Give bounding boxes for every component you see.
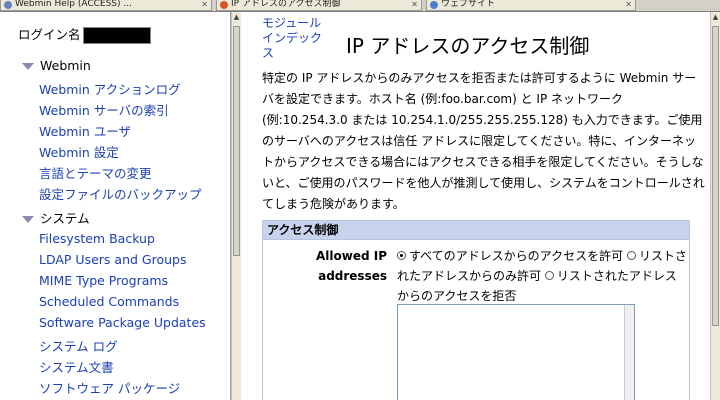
section-header: アクセス制御 <box>263 221 689 240</box>
tab-title: Webmin Help (ACCESS) ... <box>15 0 132 9</box>
expand-triangle-icon <box>22 63 34 70</box>
content-frame: モジュール インデックス IP アドレスのアクセス制御 特定の IP アドレスか… <box>250 12 710 400</box>
login-label: ログイン名 <box>18 27 81 42</box>
scroll-up-arrow-icon[interactable]: ▲ <box>232 13 241 22</box>
menu-link[interactable]: Scheduled Commands <box>39 294 179 309</box>
menu-link[interactable]: MIME Type Programs <box>39 273 168 288</box>
menu-link[interactable]: Webmin 設定 <box>39 142 119 161</box>
scroll-up-arrow-icon[interactable]: ▲ <box>711 13 720 22</box>
left-menu-frame: ログイン名 Webmin Webmin アクションログ Webmin サーバの索… <box>0 12 231 400</box>
browser-tab-1[interactable]: Webmin Help (ACCESS) ... ✕ <box>0 0 212 11</box>
option-label: すべてのアドレスからのアクセスを許可 <box>409 249 624 263</box>
category-system[interactable]: システム <box>22 208 90 227</box>
scrollbar-thumb[interactable] <box>712 26 719 326</box>
webmin-icon <box>4 1 12 9</box>
page-description: 特定の IP アドレスからのみアクセスを拒否または許可するように Webmin … <box>262 71 705 211</box>
access-control-form: アクセス制御 Allowed IP addresses すべてのアドレスからのア… <box>262 220 690 400</box>
close-icon[interactable]: ✕ <box>625 0 632 9</box>
module-index-link[interactable]: モジュール インデックス <box>262 16 332 61</box>
firefox-icon <box>220 1 228 9</box>
radio-deny-listed[interactable] <box>544 271 554 280</box>
scrollbar-thumb[interactable] <box>233 26 240 256</box>
close-icon[interactable]: ✕ <box>201 0 208 9</box>
menu-link[interactable]: システム文書 <box>39 357 114 376</box>
menu-link[interactable]: Webmin サーバの索引 <box>39 100 169 119</box>
menu-link[interactable]: システム ログ <box>39 336 118 355</box>
menu-link[interactable]: 言語とテーマの変更 <box>39 163 152 182</box>
category-label: システム <box>40 211 90 226</box>
redacted-username <box>82 27 151 44</box>
category-webmin[interactable]: Webmin <box>22 58 91 73</box>
page-title: IP アドレスのアクセス制御 <box>346 34 590 58</box>
menu-link[interactable]: 設定ファイルのバックアップ <box>39 184 202 203</box>
expand-triangle-icon <box>22 216 34 223</box>
login-name: ログイン名 <box>18 24 151 44</box>
page-icon <box>430 1 438 9</box>
tab-title: IP アドレスのアクセス制御 <box>231 0 341 9</box>
close-icon[interactable]: ✕ <box>411 0 418 9</box>
tab-title: ウェブサイト <box>441 0 496 9</box>
menu-link[interactable]: LDAP Users and Groups <box>39 252 186 267</box>
browser-tab-2[interactable]: IP アドレスのアクセス制御 ✕ <box>216 0 422 11</box>
radio-allow-all[interactable] <box>397 251 406 260</box>
browser-tab-3[interactable]: ウェブサイト ✕ <box>426 0 636 11</box>
access-mode-options: すべてのアドレスからのアクセスを許可 リストされたアドレスからのみ許可 リストさ… <box>397 246 687 306</box>
menu-link[interactable]: Filesystem Backup <box>39 231 155 246</box>
menu-link[interactable]: Webmin アクションログ <box>39 79 181 98</box>
browser-tab-strip: Webmin Help (ACCESS) ... ✕ IP アドレスのアクセス制… <box>0 0 720 12</box>
radio-allow-listed[interactable] <box>626 251 636 260</box>
menu-link[interactable]: ソフトウェア パッケージ <box>39 378 180 397</box>
ip-address-textarea[interactable] <box>397 304 635 400</box>
menu-link[interactable]: Software Package Updates <box>39 315 206 330</box>
content-frame-scrollbar[interactable]: ▲ <box>710 12 720 400</box>
textarea-scrollbar[interactable] <box>624 305 634 400</box>
allowed-ip-label: Allowed IP addresses <box>315 249 387 283</box>
left-frame-scrollbar[interactable]: ▲ <box>231 12 241 400</box>
category-label: Webmin <box>40 58 91 73</box>
menu-link[interactable]: Webmin ユーザ <box>39 121 131 140</box>
